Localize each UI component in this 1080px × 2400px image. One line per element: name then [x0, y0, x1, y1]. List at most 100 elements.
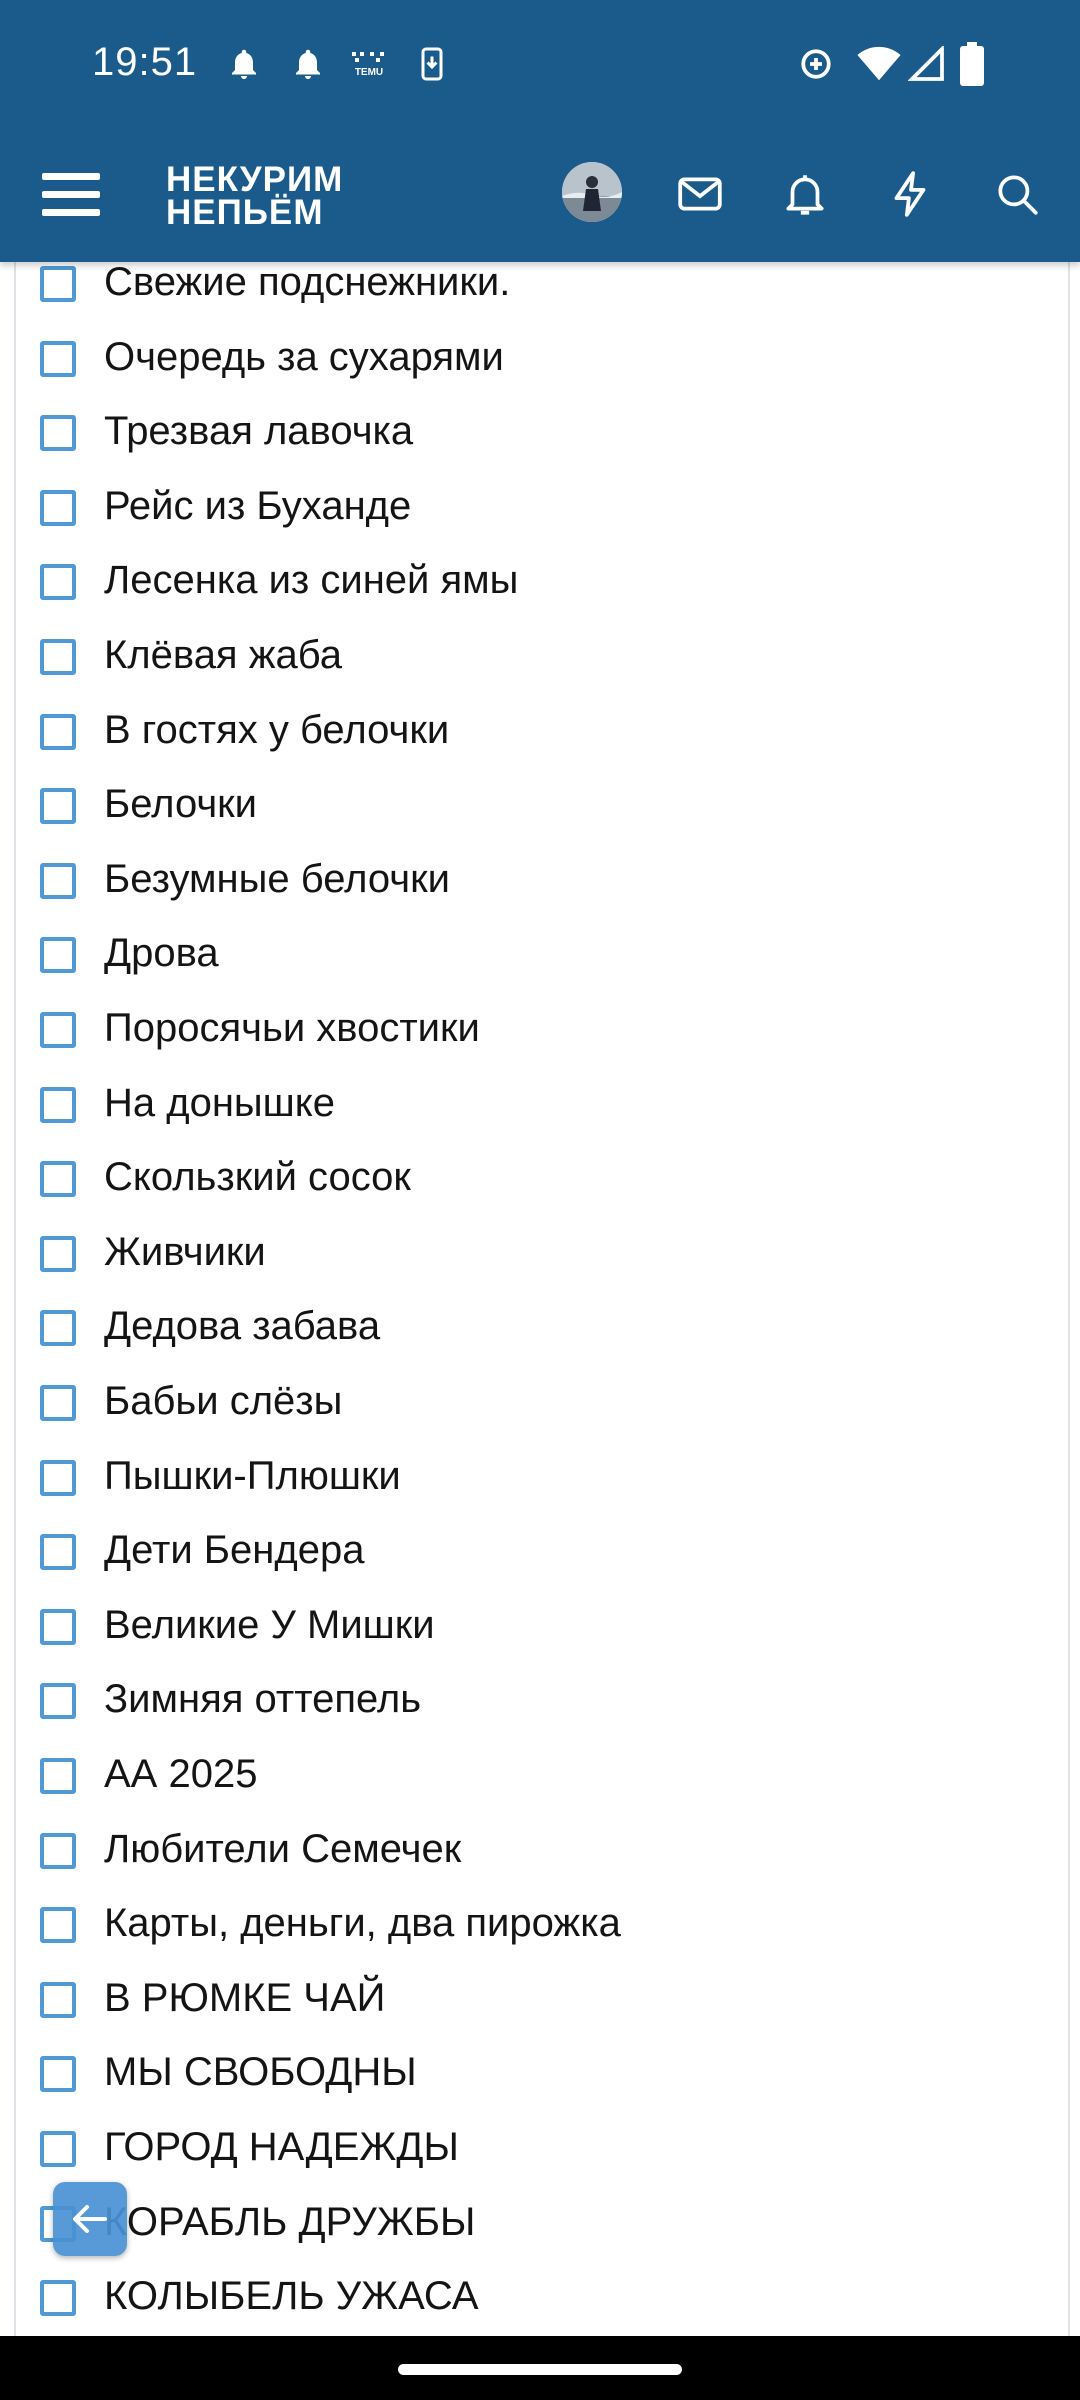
checkbox[interactable]: [40, 1907, 76, 1944]
list-item-label: Трезвая лавочка: [104, 409, 414, 454]
list-item-label: Поросячьи хвостики: [104, 1006, 480, 1050]
checkbox[interactable]: [40, 1758, 76, 1794]
list-item[interactable]: Клёвая жаба: [16, 620, 1068, 695]
list-item-label: Зимняя оттепель: [104, 1677, 422, 1722]
mail-icon[interactable]: [675, 169, 725, 219]
list-item[interactable]: ГОРОД НАДЕЖДЫ: [16, 2112, 1068, 2187]
list-item[interactable]: Любители Семечек: [16, 1814, 1068, 1889]
checkbox[interactable]: [40, 1161, 76, 1198]
list-item[interactable]: Дрова: [16, 918, 1068, 993]
list-item-label: Клёвая жаба: [104, 633, 342, 677]
list-item[interactable]: Свежие подснежники.: [16, 262, 1068, 322]
list-item[interactable]: Безумные белочки: [16, 844, 1068, 919]
checkbox[interactable]: [40, 2056, 76, 2093]
list-item[interactable]: Бабьи слёзы: [16, 1366, 1068, 1441]
checkbox[interactable]: [40, 713, 76, 750]
checkbox[interactable]: [40, 788, 76, 825]
list-item[interactable]: КОЛЫБЕЛЬ УЖАСА: [16, 2261, 1068, 2336]
checkbox[interactable]: [40, 564, 76, 601]
checkbox[interactable]: [40, 2131, 76, 2167]
list-item[interactable]: Скользкий сосок: [16, 1142, 1068, 1217]
temu-label: TEMU: [355, 67, 383, 78]
list-item-label: Пышки-Плюшки: [104, 1453, 401, 1498]
checkbox[interactable]: [40, 862, 76, 899]
checkbox[interactable]: [40, 489, 76, 526]
list-item-label: Дедова забава: [104, 1304, 381, 1349]
list-item-label: Карты, деньги, два пирожка: [104, 1901, 621, 1946]
list-item[interactable]: Зимняя оттепель: [16, 1664, 1068, 1739]
list-item[interactable]: Живчики: [16, 1217, 1068, 1292]
list-item-label: Рейс из Буханде: [104, 483, 412, 528]
list-item-label: Свежие подснежники.: [104, 262, 511, 304]
list-item-label: Белочки: [104, 782, 258, 827]
status-time: 19:51: [92, 40, 198, 84]
checkbox[interactable]: [40, 1086, 76, 1123]
checkbox[interactable]: [40, 1310, 76, 1347]
list-item-label: КОЛЫБЕЛЬ УЖАСА: [104, 2274, 479, 2319]
list-item[interactable]: Карты, деньги, два пирожка: [16, 1888, 1068, 1963]
arrow-left-icon: [73, 2205, 107, 2233]
checkbox[interactable]: [40, 1534, 76, 1571]
list-item-label: Лесенка из синей ямы: [104, 558, 519, 603]
list-item[interactable]: КОРАБЛЬ ДРУЖБЫ: [16, 2187, 1068, 2262]
list-item[interactable]: Поросячьи хвостики: [16, 993, 1068, 1068]
search-icon[interactable]: [992, 169, 1042, 219]
download-icon: [414, 46, 450, 82]
list-item-label: В гостях у белочки: [104, 707, 450, 752]
list-item[interactable]: Великие У Мишки: [16, 1590, 1068, 1665]
checkbox[interactable]: [40, 1385, 76, 1421]
checkbox[interactable]: [40, 415, 76, 452]
content-panel: Свежие подснежники. Очередь за сухарями Тр…: [14, 262, 1070, 2336]
checkbox[interactable]: [40, 266, 76, 302]
list-item[interactable]: На донышке: [16, 1068, 1068, 1143]
menu-button[interactable]: [42, 167, 100, 223]
list-item-label: Живчики: [104, 1229, 266, 1274]
list-item-label: Безумные белочки: [104, 856, 450, 901]
list-item[interactable]: В РЮМКЕ ЧАЙ: [16, 1963, 1068, 2038]
list-item-label: Дети Бендера: [104, 1528, 365, 1573]
top-bar: 19:51 TEMU НЕКУРИМ НЕПЬЁМ: [0, 0, 1080, 262]
battery-icon: [960, 42, 984, 86]
list-item[interactable]: Трезвая лавочка: [16, 396, 1068, 471]
back-button[interactable]: [53, 2182, 127, 2256]
list-item[interactable]: Пышки-Плюшки: [16, 1441, 1068, 1516]
list-item-label: Дрова: [104, 931, 219, 976]
list-item[interactable]: Рейс из Буханде: [16, 471, 1068, 546]
list-item[interactable]: АА 2025: [16, 1739, 1068, 1814]
list-item[interactable]: Лесенка из синей ямы: [16, 545, 1068, 620]
notification-bell-icon: [226, 46, 262, 82]
checkbox[interactable]: [40, 1459, 76, 1496]
list-item[interactable]: Очередь за сухарями: [16, 322, 1068, 397]
checkbox[interactable]: [40, 1981, 76, 2018]
checkbox[interactable]: [40, 1683, 76, 1720]
checkbox[interactable]: [40, 1235, 76, 1272]
checkbox[interactable]: [40, 340, 76, 377]
cell-signal-icon: [908, 46, 946, 82]
checkbox[interactable]: [40, 1608, 76, 1645]
checkbox[interactable]: [40, 2280, 76, 2317]
checkbox[interactable]: [40, 937, 76, 974]
bell-icon[interactable]: [780, 169, 830, 219]
list-item-label: МЫ СВОБОДНЫ: [104, 2050, 417, 2095]
avatar[interactable]: [562, 162, 622, 222]
list-item[interactable]: Дети Бендера: [16, 1515, 1068, 1590]
list-item-label: На донышке: [104, 1080, 335, 1125]
list-item-label: В РЮМКЕ ЧАЙ: [104, 1975, 386, 2020]
app-bar: НЕКУРИМ НЕПЬЁМ: [0, 135, 1080, 262]
list-item[interactable]: В гостях у белочки: [16, 695, 1068, 770]
checkbox[interactable]: [40, 639, 76, 675]
checkbox[interactable]: [40, 1832, 76, 1869]
list-item[interactable]: Белочки: [16, 769, 1068, 844]
list-item[interactable]: МЫ СВОБОДНЫ: [16, 2037, 1068, 2112]
home-gesture-bar[interactable]: [398, 2364, 682, 2375]
lightning-icon[interactable]: [886, 169, 936, 219]
temu-app-icon: TEMU: [346, 46, 392, 82]
checkbox[interactable]: [40, 1012, 76, 1048]
list-item-label: АА 2025: [104, 1752, 258, 1796]
list-item-label: Великие У Мишки: [104, 1602, 435, 1647]
notification-bell-icon: [290, 46, 326, 82]
site-logo[interactable]: НЕКУРИМ НЕПЬЁМ: [166, 162, 343, 230]
wifi-icon: [856, 46, 902, 82]
list-item[interactable]: Дедова забава: [16, 1291, 1068, 1366]
list-item-label: КОРАБЛЬ ДРУЖБЫ: [104, 2199, 476, 2244]
